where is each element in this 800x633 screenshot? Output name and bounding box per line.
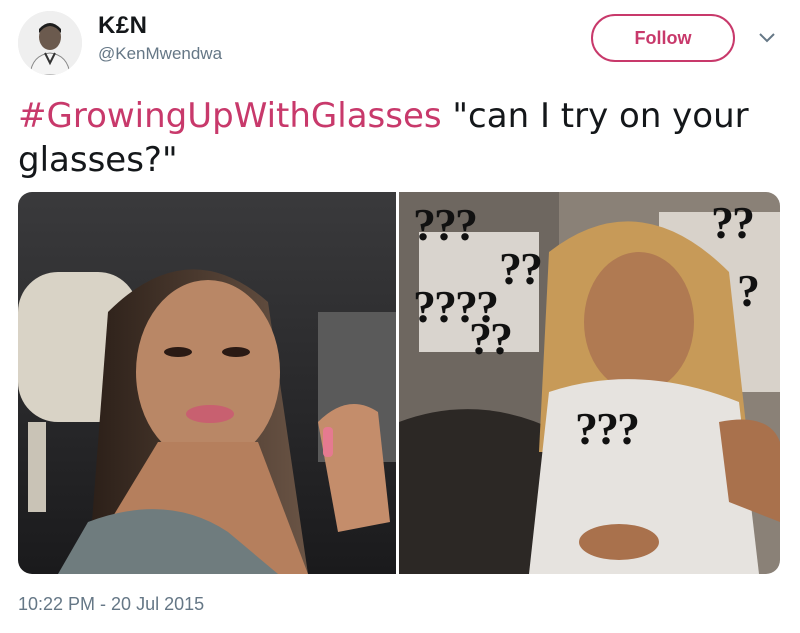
profile-avatar-icon: [18, 11, 82, 75]
follow-button[interactable]: Follow: [591, 14, 735, 62]
author-handle[interactable]: @KenMwendwa: [98, 44, 222, 64]
tweet-timestamp[interactable]: 10:22 PM - 20 Jul 2015: [18, 594, 204, 615]
question-marks: ??: [499, 243, 543, 294]
hashtag-link[interactable]: #GrowingUpWithGlasses: [18, 96, 442, 136]
question-marks: ??: [469, 313, 513, 364]
question-marks: ???: [575, 403, 640, 454]
chevron-down-icon[interactable]: [755, 26, 779, 50]
tweet-text: #GrowingUpWithGlasses "can I try on your…: [18, 94, 778, 182]
question-marks: ??: [711, 197, 755, 248]
author-display-name[interactable]: K£N: [98, 12, 148, 40]
confused-woman-photo[interactable]: ??? ?? ?? ???? ?? ? ???: [399, 192, 780, 574]
tweet-media[interactable]: ??? ?? ?? ???? ?? ? ???: [18, 192, 780, 574]
question-marks: ?: [737, 265, 760, 316]
woman-in-car-photo[interactable]: [18, 192, 396, 574]
avatar[interactable]: [18, 11, 82, 75]
question-marks: ???: [413, 199, 478, 250]
